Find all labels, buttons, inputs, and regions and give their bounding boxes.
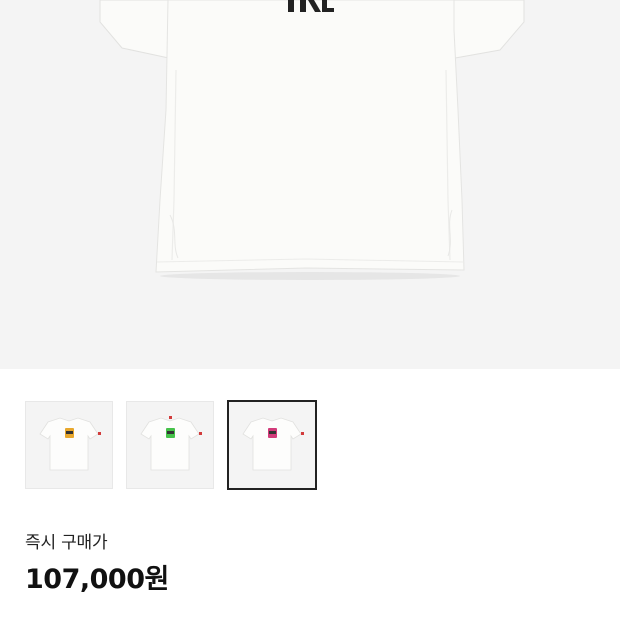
tshirt-thumbnail-image bbox=[242, 417, 304, 471]
tshirt-thumbnail-image bbox=[39, 417, 101, 471]
tshirt-image bbox=[99, 0, 525, 280]
price-label: 즉시 구매가 bbox=[25, 533, 108, 553]
main-product-image[interactable] bbox=[0, 0, 620, 369]
thumbnail-1[interactable] bbox=[25, 401, 113, 489]
thumbnail-2[interactable] bbox=[126, 401, 214, 489]
price-value: 107,000원 bbox=[25, 564, 169, 595]
thumbnail-3[interactable] bbox=[227, 400, 317, 490]
tshirt-thumbnail-image bbox=[140, 416, 202, 471]
